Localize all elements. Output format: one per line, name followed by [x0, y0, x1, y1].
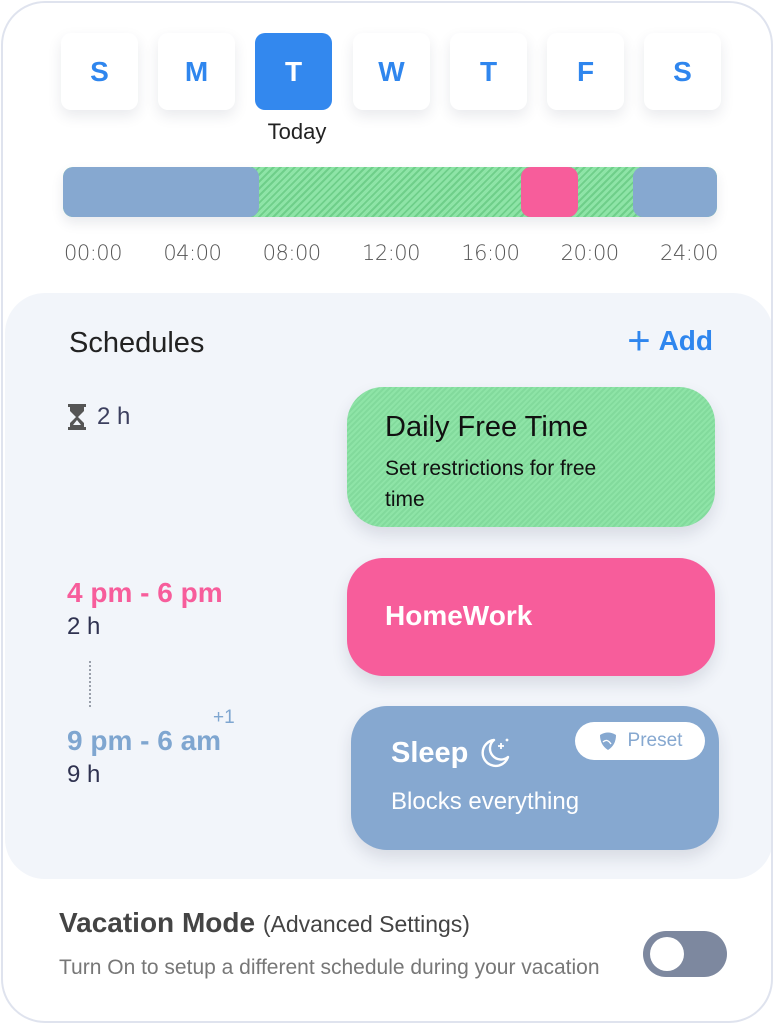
toggle-knob — [650, 937, 684, 971]
timeline-tick-label: 08:00 — [262, 241, 322, 265]
day-selector: S M T W T F S — [61, 33, 721, 111]
day-saturday[interactable]: S — [644, 33, 721, 110]
preset-badge[interactable]: Preset — [575, 722, 705, 760]
schedules-title: Schedules — [69, 327, 205, 359]
day-tuesday[interactable]: T — [255, 33, 332, 110]
schedule-card-sleep[interactable]: Sleep Blocks everything Preset — [351, 706, 719, 850]
moon-stars-icon — [481, 738, 510, 768]
plus-icon: + — [627, 319, 651, 363]
day-friday[interactable]: F — [547, 33, 624, 110]
schedule-card-daily-free-time[interactable]: Daily Free Time Set restrictions for fre… — [347, 387, 715, 527]
schedule-screen: S M T W T F S Today 00:00 04:00 08:00 12:00… — [1, 1, 773, 1023]
card-subtitle: Blocks everything — [391, 788, 580, 815]
timeline-connector — [89, 661, 91, 707]
sleep-duration: 9 h — [67, 761, 101, 788]
preset-label: Preset — [627, 730, 683, 751]
timeline-tick-label: 00:00 — [63, 241, 123, 265]
sleep-time-range: 9 pm - 6 am — [67, 725, 222, 756]
day-monday[interactable]: M — [158, 33, 235, 110]
timeline-tick-label: 24:00 — [659, 241, 719, 265]
day-thursday[interactable]: T — [450, 33, 527, 110]
day-timeline-bar — [63, 167, 717, 217]
homework-meta: 4 pm - 6 pm 2 h — [67, 577, 223, 641]
hourglass-icon — [68, 404, 86, 430]
preset-shield-icon — [599, 732, 616, 750]
advanced-settings-label: (Advanced Settings) — [262, 911, 470, 937]
timeline-segment-sleep-morning — [63, 167, 260, 217]
timeline-ticks: 00:00 04:00 08:00 12:00 16:00 20:00 24:00 — [61, 241, 721, 271]
schedules-panel: Schedules + Add 2 h Daily Free Time Set … — [5, 293, 771, 879]
timeline-segment-homework — [520, 167, 579, 217]
day-wednesday[interactable]: W — [353, 33, 430, 110]
day-sunday[interactable]: S — [61, 33, 138, 110]
timeline-tick-label: 20:00 — [560, 241, 620, 265]
card-subtitle: Set restrictions for free time — [385, 457, 597, 511]
card-title: Sleep — [391, 736, 469, 769]
card-title: Daily Free Time — [385, 411, 589, 443]
sleep-meta: 9 pm - 6 am 9 h — [67, 725, 221, 789]
timeline-tick-label: 04:00 — [163, 241, 222, 265]
timeline-segment-sleep-night — [632, 167, 717, 217]
vacation-mode-description: Turn On to setup a different schedule du… — [59, 956, 600, 979]
free-time-duration: 2 h — [67, 403, 130, 431]
card-title: HomeWork — [385, 600, 533, 631]
homework-duration: 2 h — [67, 613, 101, 640]
today-label: Today — [267, 119, 327, 144]
schedule-card-homework[interactable]: HomeWork — [347, 558, 715, 676]
vacation-mode-toggle[interactable] — [643, 931, 727, 977]
timeline-tick-label: 12:00 — [361, 241, 421, 265]
vacation-mode-label: Vacation Mode — [59, 907, 256, 938]
timeline-tick-label: 16:00 — [461, 241, 520, 265]
card-title-row: Sleep — [391, 736, 512, 770]
vacation-mode-title: Vacation Mode (Advanced Settings) — [59, 907, 470, 939]
homework-time-range: 4 pm - 6 pm — [67, 577, 223, 608]
add-label: Add — [658, 325, 713, 356]
free-time-duration-value: 2 h — [97, 403, 131, 430]
add-schedule-button[interactable]: + Add — [627, 319, 713, 363]
